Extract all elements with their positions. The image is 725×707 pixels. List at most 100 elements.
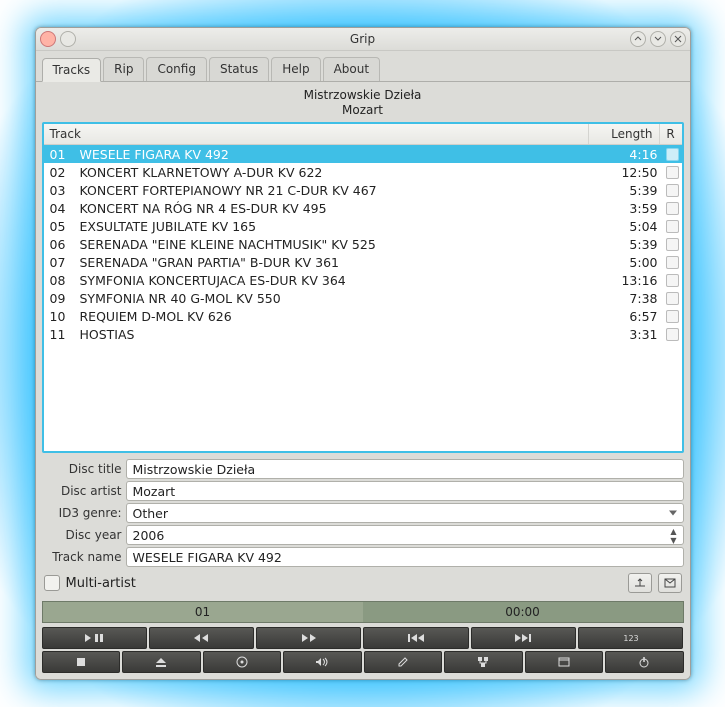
track-rip-cell[interactable]: [664, 256, 682, 269]
track-title: SERENADA "EINE KLEINE NACHTMUSIK" KV 525: [74, 237, 600, 252]
tab-tracks[interactable]: Tracks: [42, 58, 102, 82]
track-num: 11: [44, 327, 74, 342]
track-rip-cell[interactable]: [664, 292, 682, 305]
rip-checkbox[interactable]: [666, 256, 679, 269]
track-rip-cell[interactable]: [664, 148, 682, 161]
disc-artist-label: Disc artist: [42, 484, 122, 498]
play-pause-button[interactable]: [42, 627, 147, 649]
rip-checkbox[interactable]: [666, 292, 679, 305]
track-title: SERENADA "GRAN PARTIA" B-DUR KV 361: [74, 255, 600, 270]
tab-rip[interactable]: Rip: [103, 57, 144, 81]
track-row[interactable]: 04KONCERT NA RÓG NR 4 ES-DUR KV 4953:59: [44, 199, 682, 217]
track-rip-cell[interactable]: [664, 274, 682, 287]
rip-checkbox[interactable]: [666, 202, 679, 215]
track-row[interactable]: 07SERENADA "GRAN PARTIA" B-DUR KV 3615:0…: [44, 253, 682, 271]
tab-about[interactable]: About: [323, 57, 380, 81]
track-row[interactable]: 05EXSULTATE JUBILATE KV 1655:04: [44, 217, 682, 235]
track-row[interactable]: 06SERENADA "EINE KLEINE NACHTMUSIK" KV 5…: [44, 235, 682, 253]
eject-button[interactable]: [122, 651, 201, 673]
year-spinner-buttons[interactable]: ▲▼: [667, 527, 681, 543]
disc-artist-input[interactable]: Mozart: [126, 481, 684, 501]
volume-icon: [315, 657, 329, 667]
album-artist: Mozart: [342, 103, 383, 117]
fast-forward-icon: [300, 633, 318, 643]
track-title: WESELE FIGARA KV 492: [74, 147, 600, 162]
titlebar-min-icon[interactable]: [630, 31, 646, 47]
disc-title-input[interactable]: Mistrzowskie Dzieła: [126, 459, 684, 479]
track-length: 6:57: [600, 309, 664, 324]
tab-config[interactable]: Config: [146, 57, 207, 81]
track-rip-cell[interactable]: [664, 328, 682, 341]
app-window: Grip TracksRipConfigStatusHelpAbout Mist…: [35, 27, 691, 680]
power-button[interactable]: [605, 651, 684, 673]
play-pause-icon: [83, 633, 105, 643]
track-row[interactable]: 01WESELE FIGARA KV 4924:16: [44, 145, 682, 163]
track-rip-cell[interactable]: [664, 166, 682, 179]
tab-help[interactable]: Help: [271, 57, 320, 81]
track-rip-cell[interactable]: [664, 310, 682, 323]
titlebar-menu-icon[interactable]: [60, 31, 76, 47]
rip-checkbox[interactable]: [666, 220, 679, 233]
rip-checkbox[interactable]: [666, 184, 679, 197]
year-spinner[interactable]: 2006 ▲▼: [126, 525, 684, 545]
titlebar-max-icon[interactable]: [650, 31, 666, 47]
track-length: 5:04: [600, 219, 664, 234]
svg-text:123: 123: [623, 634, 638, 643]
track-row[interactable]: 10REQUIEM D-MOL KV 6266:57: [44, 307, 682, 325]
album-header: Mistrzowskie Dzieła Mozart: [42, 86, 684, 122]
track-title: EXSULTATE JUBILATE KV 165: [74, 219, 600, 234]
window-button[interactable]: [525, 651, 604, 673]
rip-checkbox[interactable]: [666, 166, 679, 179]
track-row[interactable]: 09SYMFONIA NR 40 G-MOL KV 5507:38: [44, 289, 682, 307]
column-track[interactable]: Track: [44, 124, 589, 144]
track-length: 12:50: [600, 165, 664, 180]
rip-checkbox[interactable]: [666, 310, 679, 323]
track-row[interactable]: 08SYMFONIA KONCERTUJACA ES-DUR KV 36413:…: [44, 271, 682, 289]
track-rip-cell[interactable]: [664, 220, 682, 233]
tab-content: Mistrzowskie Dzieła Mozart Track Length …: [36, 82, 690, 679]
track-name-input[interactable]: WESELE FIGARA KV 492: [126, 547, 684, 567]
track-rip-cell[interactable]: [664, 202, 682, 215]
submit-cddb-button[interactable]: [628, 573, 652, 593]
next-track-button[interactable]: [471, 627, 576, 649]
player-time-display: 00:00: [363, 602, 683, 622]
next-track-icon: [514, 633, 532, 643]
track-row[interactable]: 11HOSTIAS3:31: [44, 325, 682, 343]
stop-button[interactable]: [42, 651, 121, 673]
track-row[interactable]: 02KONCERT KLARNETOWY A-DUR KV 62212:50: [44, 163, 682, 181]
player-display[interactable]: 01 00:00: [42, 601, 684, 623]
prev-track-button[interactable]: [363, 627, 468, 649]
multi-artist-checkbox[interactable]: [44, 575, 60, 591]
rip-checkbox[interactable]: [666, 274, 679, 287]
column-length[interactable]: Length: [589, 124, 660, 144]
rip-checkbox[interactable]: [666, 148, 679, 161]
track-length: 4:16: [600, 147, 664, 162]
track-num: 08: [44, 273, 74, 288]
database-button[interactable]: [444, 651, 523, 673]
volume-button[interactable]: [283, 651, 362, 673]
track-row[interactable]: 03KONCERT FORTEPIANOWY NR 21 C-DUR KV 46…: [44, 181, 682, 199]
tab-status[interactable]: Status: [209, 57, 269, 81]
track-title: KONCERT KLARNETOWY A-DUR KV 622: [74, 165, 600, 180]
counter-button[interactable]: 123: [578, 627, 683, 649]
track-title: REQUIEM D-MOL KV 626: [74, 309, 600, 324]
rip-checkbox[interactable]: [666, 238, 679, 251]
window-icon: [558, 657, 570, 667]
titlebar-x-icon[interactable]: [670, 31, 686, 47]
stop-icon: [76, 657, 86, 667]
track-rows[interactable]: 01WESELE FIGARA KV 4924:1602KONCERT KLAR…: [44, 145, 682, 451]
track-rip-cell[interactable]: [664, 238, 682, 251]
track-rip-cell[interactable]: [664, 184, 682, 197]
titlebar-close-icon[interactable]: [40, 31, 56, 47]
genre-combo[interactable]: Other: [126, 503, 684, 523]
column-rip[interactable]: R: [660, 124, 682, 144]
titlebar: Grip: [36, 28, 690, 51]
disc-button[interactable]: [203, 651, 282, 673]
year-label: Disc year: [42, 528, 122, 542]
rewind-button[interactable]: [149, 627, 254, 649]
database-icon: [477, 656, 489, 668]
fast-forward-button[interactable]: [256, 627, 361, 649]
email-button[interactable]: [658, 573, 682, 593]
edit-button[interactable]: [364, 651, 443, 673]
rip-checkbox[interactable]: [666, 328, 679, 341]
